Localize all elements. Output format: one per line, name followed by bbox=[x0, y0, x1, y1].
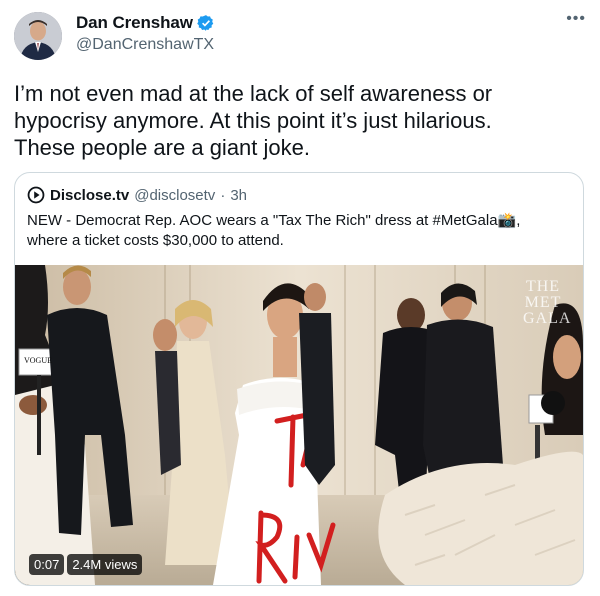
more-horizontal-icon[interactable]: ••• bbox=[566, 10, 586, 28]
tweet: Dan Crenshaw @DanCrenshawTX ••• I’m not … bbox=[0, 0, 600, 596]
author-name[interactable]: Dan Crenshaw bbox=[76, 13, 193, 33]
met-gala-watermark: THE MET GALA bbox=[523, 278, 572, 327]
quoted-tweet-header: Disclose.tv @disclosetv · 3h bbox=[27, 185, 247, 205]
video-views: 2.4M views bbox=[67, 554, 143, 575]
quoted-tweet-text: NEW - Democrat Rep. AOC wears a "Tax The… bbox=[27, 212, 521, 249]
quoted-timestamp: 3h bbox=[230, 186, 247, 204]
author-avatar[interactable] bbox=[14, 12, 62, 60]
disclose-logo-icon bbox=[27, 186, 45, 204]
watermark-line: GALA bbox=[523, 310, 572, 327]
watermark-line: MET bbox=[524, 294, 562, 311]
quoted-author-name: Disclose.tv bbox=[50, 186, 130, 204]
author-handle[interactable]: @DanCrenshawTX bbox=[76, 36, 214, 54]
watermark-line: THE bbox=[525, 278, 561, 295]
video-player[interactable]: VOGUE THE MET GALA 0:07 2.4M views bbox=[15, 265, 583, 585]
vogue-mic-label: VOGUE bbox=[24, 356, 52, 365]
author-name-row[interactable]: Dan Crenshaw bbox=[76, 13, 215, 33]
verified-badge-icon bbox=[197, 15, 214, 31]
video-meta: 0:07 2.4M views bbox=[29, 554, 143, 575]
quoted-separator: · bbox=[220, 186, 226, 204]
quoted-author-handle: @disclosetv bbox=[134, 186, 216, 204]
video-duration: 0:07 bbox=[29, 554, 65, 575]
video-frame bbox=[15, 265, 583, 585]
quoted-tweet[interactable]: Disclose.tv @disclosetv · 3h NEW - Democ… bbox=[14, 172, 584, 586]
avatar-image bbox=[14, 12, 62, 60]
tweet-text: I’m not even mad at the lack of self awa… bbox=[14, 81, 493, 160]
